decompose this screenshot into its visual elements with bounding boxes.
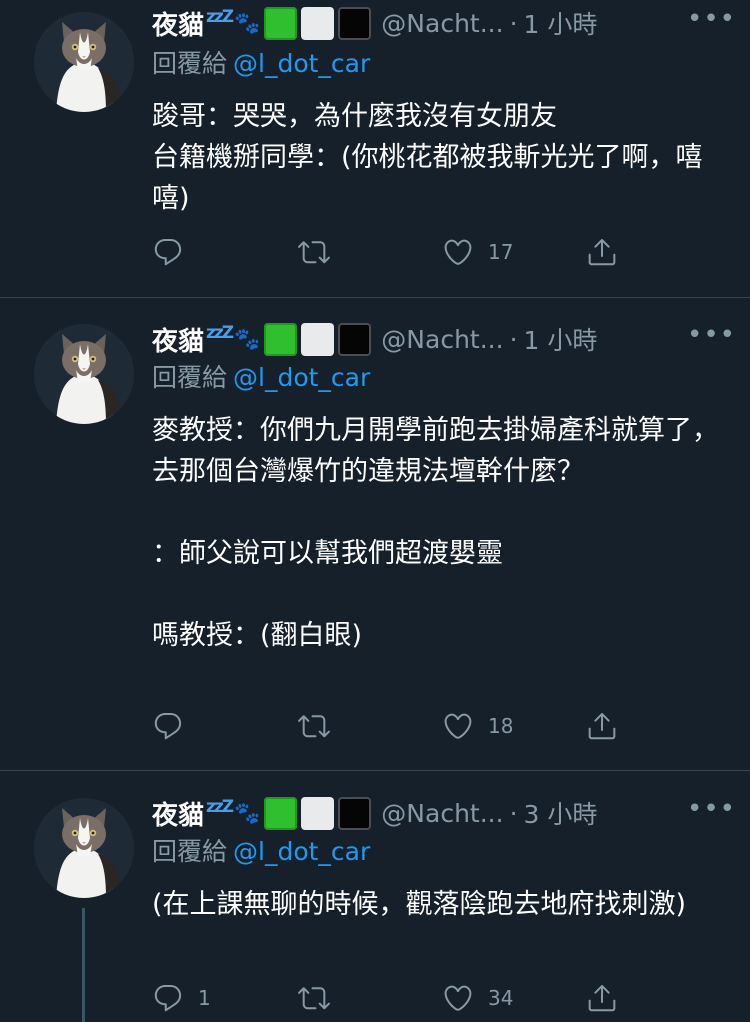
thread-line <box>82 908 85 1022</box>
green-square-emoji <box>264 322 298 356</box>
more-options-icon[interactable]: ••• <box>687 320 736 350</box>
reply-button[interactable] <box>152 708 198 744</box>
cat-avatar-image <box>34 324 134 424</box>
avatar[interactable] <box>34 798 134 898</box>
avatar[interactable] <box>34 12 134 112</box>
retweet-button[interactable] <box>298 980 344 1016</box>
sleep-zzz-emoji: zzZ <box>206 323 234 343</box>
like-button[interactable]: 17 <box>442 234 513 270</box>
retweet-icon <box>298 982 330 1014</box>
avatar[interactable] <box>34 324 134 424</box>
display-name[interactable]: 夜貓 <box>152 5 204 42</box>
share-button[interactable] <box>586 708 618 744</box>
heart-icon <box>442 982 474 1014</box>
tweet-actions: 18 <box>152 708 652 744</box>
white-square-emoji <box>301 6 335 40</box>
cat-avatar-image <box>34 798 134 898</box>
reply-icon <box>152 710 184 742</box>
retweet-icon <box>298 710 330 742</box>
reply-context: 回覆給 @l_dot_car <box>152 832 370 868</box>
reply-icon <box>152 236 184 268</box>
tweet-header: 夜貓 zzZ 🐾 @Nacht... · 3 小時 <box>152 790 730 836</box>
retweet-icon <box>298 236 330 268</box>
timestamp[interactable]: 3 小時 <box>524 795 598 831</box>
more-options-icon[interactable]: ••• <box>687 4 736 34</box>
user-handle[interactable]: @Nacht... <box>381 325 503 354</box>
reply-context: 回覆給 @l_dot_car <box>152 358 370 394</box>
tweet-text: 踆哥：哭哭，為什麼我沒有女朋友 台籍機掰同學：(你桃花都被我斬光光了啊，嘻嘻) <box>152 101 703 214</box>
timestamp[interactable]: 1 小時 <box>524 321 598 357</box>
separator-dot: · <box>509 324 518 354</box>
reply-button[interactable]: 1 <box>152 980 211 1016</box>
reply-count: 1 <box>198 986 211 1010</box>
like-button[interactable]: 34 <box>442 980 513 1016</box>
timestamp[interactable]: 1 小時 <box>524 5 598 41</box>
white-square-emoji <box>301 322 335 356</box>
display-name[interactable]: 夜貓 <box>152 321 204 358</box>
green-square-emoji <box>264 6 298 40</box>
share-icon <box>586 982 618 1014</box>
white-square-emoji <box>301 796 335 830</box>
reply-to-mention[interactable]: @l_dot_car <box>233 363 370 392</box>
sleep-zzz-emoji: zzZ <box>206 797 234 817</box>
display-name[interactable]: 夜貓 <box>152 795 204 832</box>
share-button[interactable] <box>586 234 618 270</box>
more-options-icon[interactable]: ••• <box>687 794 736 824</box>
paw-prints-emoji: 🐾 <box>234 800 261 825</box>
tweet-actions: 1 34 <box>152 980 652 1016</box>
reply-to-label: 回覆給 <box>152 837 228 866</box>
tweet-text: 麥教授：你們九月開學前跑去掛婦產科就算了， 去那個台灣爆竹的違規法壇幹什麼？ ：… <box>152 415 719 651</box>
like-count: 34 <box>488 986 514 1010</box>
share-icon <box>586 710 618 742</box>
reply-context: 回覆給 @l_dot_car <box>152 44 370 80</box>
heart-icon <box>442 710 474 742</box>
like-count: 17 <box>488 240 514 264</box>
separator-dot: · <box>509 798 518 828</box>
like-button[interactable]: 18 <box>442 708 513 744</box>
share-icon <box>586 236 618 268</box>
user-handle[interactable]: @Nacht... <box>381 9 503 38</box>
sleep-zzz-emoji: zzZ <box>206 7 234 27</box>
divider <box>0 297 750 298</box>
heart-icon <box>442 236 474 268</box>
black-square-emoji <box>338 322 372 356</box>
cat-avatar-image <box>34 12 134 112</box>
tweet-header: 夜貓 zzZ 🐾 @Nacht... · 1 小時 <box>152 0 730 46</box>
green-square-emoji <box>264 796 298 830</box>
paw-prints-emoji: 🐾 <box>234 10 261 35</box>
black-square-emoji <box>338 6 372 40</box>
reply-to-mention[interactable]: @l_dot_car <box>233 837 370 866</box>
reply-button[interactable] <box>152 234 198 270</box>
paw-prints-emoji: 🐾 <box>234 326 261 351</box>
tweet-header: 夜貓 zzZ 🐾 @Nacht... · 1 小時 <box>152 316 730 362</box>
reply-to-label: 回覆給 <box>152 363 228 392</box>
share-button[interactable] <box>586 980 618 1016</box>
reply-icon <box>152 982 184 1014</box>
separator-dot: · <box>509 8 518 38</box>
tweet-text: (在上課無聊的時候，觀落陰跑去地府找刺激) <box>152 889 687 920</box>
tweet[interactable]: 夜貓 zzZ 🐾 @Nacht... · 1 小時 ••• 回覆給 @l_dot_… <box>0 316 750 770</box>
reply-to-mention[interactable]: @l_dot_car <box>233 49 370 78</box>
tweet[interactable]: 夜貓 zzZ 🐾 @Nacht... · 3 小時 ••• 回覆給 @l_dot_… <box>0 790 750 1022</box>
reply-to-label: 回覆給 <box>152 49 228 78</box>
divider <box>0 770 750 771</box>
tweet-actions: 17 <box>152 234 652 270</box>
user-handle[interactable]: @Nacht... <box>381 799 503 828</box>
retweet-button[interactable] <box>298 708 344 744</box>
retweet-button[interactable] <box>298 234 344 270</box>
like-count: 18 <box>488 714 514 738</box>
black-square-emoji <box>338 796 372 830</box>
tweet[interactable]: 夜貓 zzZ 🐾 @Nacht... · 1 小時 ••• 回覆給 @l_dot_… <box>0 0 750 297</box>
